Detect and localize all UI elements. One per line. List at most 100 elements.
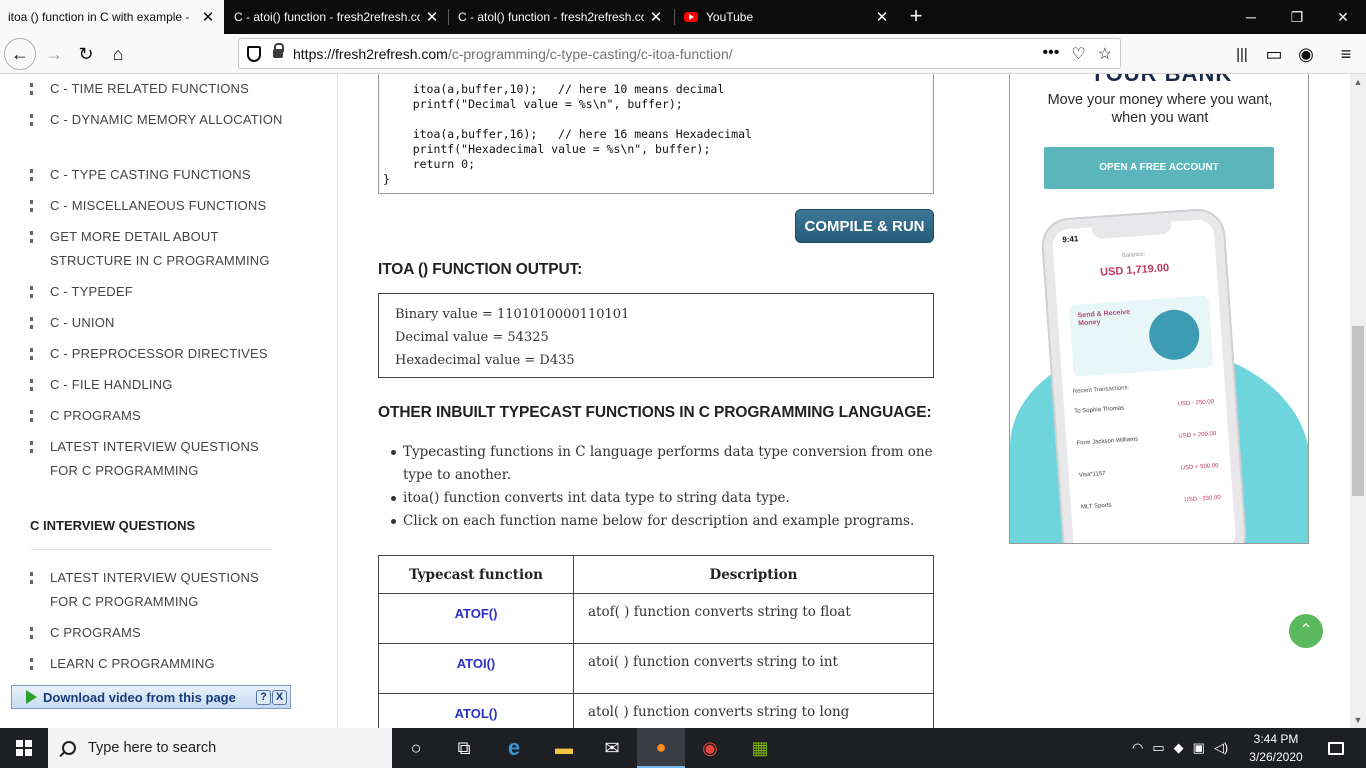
tab-atol[interactable]: C - atol() function - fresh2refresh.co ✕ bbox=[450, 0, 672, 34]
sidebar-item[interactable]: C - TYPE CASTING FUNCTIONS bbox=[30, 163, 290, 187]
transaction-amount: USD + 200.00 bbox=[1178, 431, 1217, 440]
close-window-icon[interactable]: ✕ bbox=[1320, 0, 1366, 34]
home-icon[interactable]: ⌂ bbox=[102, 38, 134, 70]
scrollbar-thumb[interactable] bbox=[1352, 326, 1364, 496]
transaction-name: To Sophia Thomas bbox=[1074, 405, 1125, 415]
sidebar-item[interactable]: C - PREPROCESSOR DIRECTIVES bbox=[30, 342, 290, 366]
mail-icon[interactable]: ✉ bbox=[588, 728, 636, 768]
transaction-row: Visa*1157 USD + 500.00 bbox=[1079, 463, 1219, 479]
taskbar-search[interactable]: Type here to search bbox=[48, 728, 392, 768]
sidebar-item[interactable]: C - DYNAMIC MEMORY ALLOCATION bbox=[30, 108, 290, 132]
back-arrow-icon[interactable]: ← bbox=[4, 38, 36, 70]
tab-title: C - atol() function - fresh2refresh.co bbox=[458, 10, 644, 24]
transaction-amount: USD - 250.00 bbox=[1177, 399, 1215, 408]
tab-atoi[interactable]: C - atoi() function - fresh2refresh.co ✕ bbox=[226, 0, 448, 34]
function-link-atoi[interactable]: ATOI() bbox=[378, 643, 574, 694]
download-video-bar[interactable]: Download video from this page ? X bbox=[11, 685, 291, 709]
volume-icon[interactable]: ◁) bbox=[1214, 740, 1228, 756]
sidebar-item[interactable]: GET MORE DETAIL ABOUT STRUCTURE IN C PRO… bbox=[30, 225, 290, 273]
ad-brand: YOUR BANK bbox=[1090, 74, 1232, 87]
transaction-row: MLT Sports USD - 230.00 bbox=[1081, 495, 1221, 511]
task-view-icon[interactable]: ⧉ bbox=[440, 728, 488, 768]
edge-icon[interactable]: e bbox=[490, 728, 538, 768]
bookmark-star-icon[interactable]: ☆ bbox=[1098, 44, 1112, 64]
close-tab-icon[interactable]: ✕ bbox=[424, 8, 440, 26]
sidebar-item-label: LATEST INTERVIEW QUESTIONS FOR C PROGRAM… bbox=[50, 570, 259, 609]
sidebar-item[interactable]: C - UNION bbox=[30, 311, 290, 335]
sidebar-item[interactable]: LEARN C PROGRAMMING bbox=[30, 652, 290, 676]
scroll-down-arrow-icon[interactable]: ▼ bbox=[1350, 712, 1366, 728]
youtube-icon bbox=[684, 12, 698, 22]
network-icon[interactable]: ◆ bbox=[1174, 740, 1184, 756]
menu-icon[interactable]: ≡ bbox=[1330, 38, 1362, 70]
minimize-icon[interactable]: ─ bbox=[1228, 0, 1274, 34]
language-icon[interactable]: ▣ bbox=[1193, 740, 1205, 756]
close-tab-icon[interactable]: ✕ bbox=[648, 8, 664, 26]
bullet-icon bbox=[30, 286, 33, 298]
help-icon[interactable]: ? bbox=[256, 689, 271, 705]
sidebar-item[interactable]: C - TIME RELATED FUNCTIONS bbox=[30, 77, 290, 101]
file-explorer-icon[interactable]: ▬ bbox=[540, 728, 588, 768]
sidebar-item[interactable]: C PROGRAMS bbox=[30, 404, 290, 428]
sidebar-item[interactable]: C PROGRAMS bbox=[30, 621, 290, 645]
close-tab-icon[interactable]: ✕ bbox=[200, 8, 216, 26]
output-line: Hexadecimal value = D435 bbox=[395, 353, 575, 368]
bullet-icon bbox=[30, 231, 33, 243]
sidebar-item[interactable]: LATEST INTERVIEW QUESTIONS FOR C PROGRAM… bbox=[30, 566, 290, 614]
wifi-icon[interactable]: ◠ bbox=[1132, 740, 1143, 756]
start-button[interactable] bbox=[0, 728, 48, 768]
url-bar[interactable]: https://fresh2refresh.com/c-programming/… bbox=[238, 38, 1121, 69]
sidebar-item[interactable]: C - FILE HANDLING bbox=[30, 373, 290, 397]
function-link-atof[interactable]: ATOF() bbox=[378, 593, 574, 644]
notification-icon[interactable] bbox=[1316, 728, 1356, 768]
page-actions-icon[interactable]: ••• bbox=[1043, 44, 1060, 64]
close-tab-icon[interactable]: ✕ bbox=[874, 8, 890, 26]
tab-itoa[interactable]: itoa () function in C with example - ✕ bbox=[0, 0, 224, 34]
battery-icon[interactable]: ▭ bbox=[1152, 740, 1164, 756]
reload-icon[interactable]: ↻ bbox=[70, 38, 102, 70]
sidebar-toggle-icon[interactable]: ▭ bbox=[1258, 38, 1290, 70]
sidebar-item[interactable]: C - MISCELLANEOUS FUNCTIONS bbox=[30, 194, 290, 218]
advertisement[interactable]: YOUR BANK Move your money where you want… bbox=[1009, 74, 1309, 544]
main-content: itoa(a,buffer,10); // here 10 means deci… bbox=[338, 74, 974, 728]
chrome-icon[interactable]: ◉ bbox=[686, 728, 734, 768]
download-video-label: Download video from this page bbox=[43, 689, 236, 705]
url-text[interactable]: https://fresh2refresh.com/c-programming/… bbox=[293, 46, 1043, 62]
firefox-icon[interactable]: ● bbox=[637, 728, 685, 768]
close-icon[interactable]: X bbox=[272, 689, 287, 705]
transaction-row: From Jackson Williams USD + 200.00 bbox=[1076, 431, 1216, 447]
app-grid-icon[interactable]: ▦ bbox=[736, 728, 784, 768]
divider bbox=[30, 549, 272, 550]
vertical-scrollbar[interactable]: ▲ ▼ bbox=[1350, 74, 1366, 728]
clock-date: 3/26/2020 bbox=[1249, 750, 1303, 764]
sidebar-item[interactable]: LATEST INTERVIEW QUESTIONS FOR C PROGRAM… bbox=[30, 435, 290, 483]
pocket-icon[interactable]: ♡ bbox=[1071, 44, 1085, 64]
tab-youtube[interactable]: YouTube ✕ bbox=[676, 0, 898, 34]
restore-icon[interactable]: ❐ bbox=[1274, 0, 1320, 34]
sidebar-item[interactable]: C - TYPEDEF bbox=[30, 280, 290, 304]
bullet-icon bbox=[30, 441, 33, 453]
bullet-icon bbox=[30, 348, 33, 360]
compile-run-button[interactable]: COMPILE & RUN bbox=[795, 209, 934, 243]
open-account-button[interactable]: OPEN A FREE ACCOUNT bbox=[1044, 147, 1274, 189]
scroll-up-arrow-icon[interactable]: ▲ bbox=[1350, 74, 1366, 90]
phone-notch bbox=[1091, 219, 1173, 240]
taskbar-clock[interactable]: 3:44 PM 3/26/2020 bbox=[1243, 730, 1309, 766]
cortana-icon[interactable]: ○ bbox=[392, 728, 440, 768]
function-link-atol[interactable]: ATOL() bbox=[378, 693, 574, 728]
table-row: ATOI() atoi( ) function converts string … bbox=[378, 643, 934, 694]
new-tab-button[interactable]: + bbox=[903, 3, 929, 29]
scroll-to-top-button[interactable]: ⌃ bbox=[1289, 614, 1323, 648]
lock-icon[interactable] bbox=[273, 43, 284, 58]
table-cell: atof( ) function converts string to floa… bbox=[573, 593, 934, 644]
sidebar-item-label: LATEST INTERVIEW QUESTIONS FOR C PROGRAM… bbox=[50, 439, 259, 478]
bullet-icon bbox=[30, 83, 33, 95]
bullet-icon bbox=[30, 572, 33, 584]
tracking-shield-icon[interactable] bbox=[247, 45, 261, 62]
forward-arrow-icon[interactable]: → bbox=[38, 38, 70, 70]
account-icon[interactable]: ◉ bbox=[1290, 38, 1322, 70]
sidebar-item-label: C - TYPEDEF bbox=[50, 284, 133, 299]
library-icon[interactable]: ||| bbox=[1226, 38, 1258, 70]
play-icon bbox=[26, 690, 37, 704]
sidebar-item-label: C PROGRAMS bbox=[50, 408, 141, 423]
